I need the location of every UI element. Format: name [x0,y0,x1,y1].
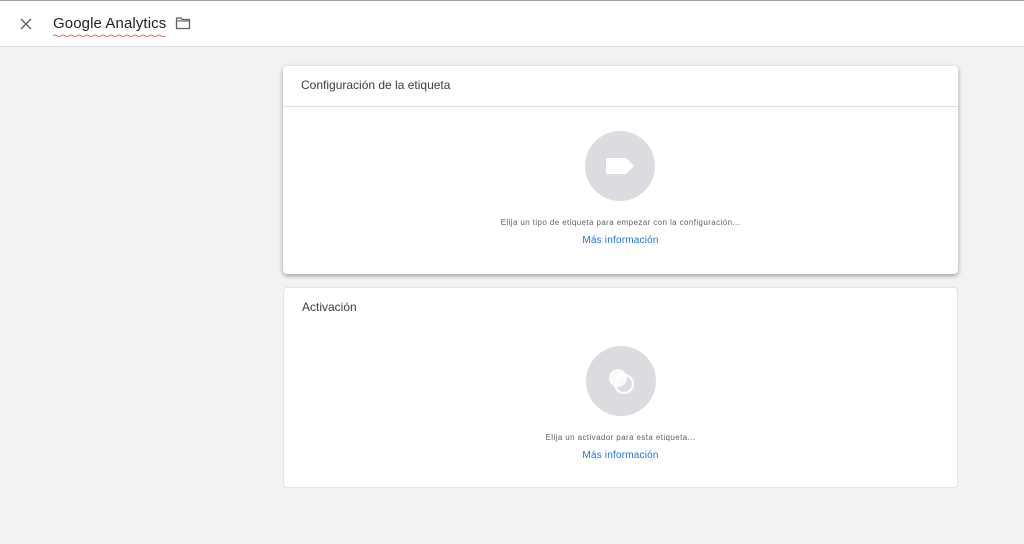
close-button[interactable] [14,12,38,36]
triggering-card[interactable]: Activación Elija un activador para esta … [283,287,958,488]
trigger-icon [609,369,635,395]
tag-type-button[interactable] [585,131,655,201]
tag-configuration-title: Configuración de la etiqueta [283,66,958,107]
triggering-title: Activación [302,300,357,314]
triggering-hint: Elija un activador para esta etiqueta... [545,433,696,442]
tag-name-title[interactable]: Google Analytics [53,15,166,32]
triggering-more-info-link[interactable]: Más información [582,450,658,461]
tag-configuration-more-info-link[interactable]: Más información [582,235,658,246]
tag-configuration-card[interactable]: Configuración de la etiqueta Elija un ti… [283,66,958,274]
tag-configuration-hint: Elija un tipo de etiqueta para empezar c… [500,218,741,227]
spellcheck-underline [53,34,166,37]
trigger-select-button[interactable] [586,346,656,416]
folder-icon [175,17,191,30]
folder-button[interactable] [175,16,193,34]
close-icon [20,18,32,30]
top-bar: Google Analytics [0,0,1024,47]
tag-icon [606,158,634,174]
